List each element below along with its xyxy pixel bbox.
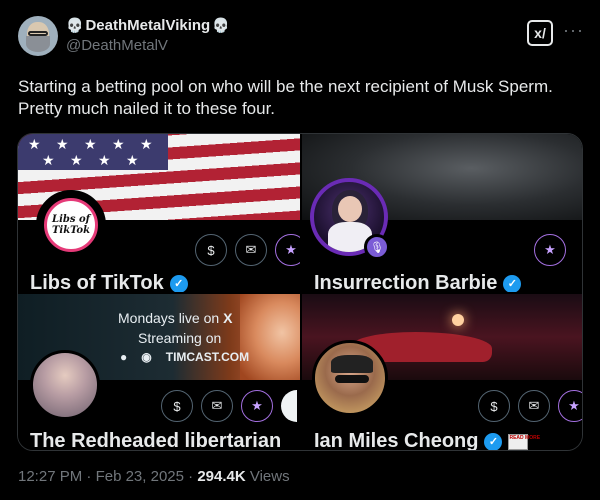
x-logo-icon: X: [223, 310, 233, 326]
author-name-row[interactable]: 💀 DeathMetalViking 💀: [66, 17, 230, 34]
message-icon[interactable]: ✉: [201, 390, 233, 422]
subscribe-icon[interactable]: ★: [558, 390, 582, 422]
account-name[interactable]: Ian Miles Cheong ✓ READ MORE: [314, 430, 540, 451]
skull-icon: 💀: [212, 17, 230, 33]
spotify-icon: ◉: [141, 350, 152, 364]
avatar[interactable]: Libs of TikTok: [36, 190, 106, 260]
author-display-name[interactable]: DeathMetalViking: [85, 17, 210, 34]
profile-actions: ★: [534, 234, 566, 266]
grok-icon[interactable]: x/: [527, 20, 553, 46]
follow-button[interactable]: [281, 390, 297, 422]
account-name[interactable]: Insurrection Barbie ✓: [314, 272, 522, 292]
subscribe-icon[interactable]: ★: [534, 234, 566, 266]
avatar[interactable]: [312, 340, 388, 416]
subscribe-icon[interactable]: ★: [241, 390, 273, 422]
affiliate-badge: READ MORE: [508, 433, 540, 450]
message-icon[interactable]: ✉: [235, 234, 267, 266]
views-label: Views: [249, 468, 290, 485]
account-name-label: The Redheaded libertarian: [30, 430, 282, 451]
more-icon[interactable]: ···: [563, 20, 584, 41]
author-avatar[interactable]: [18, 16, 58, 56]
account-name[interactable]: Libs of TikTok ✓: [30, 272, 188, 292]
account-name-label: Insurrection Barbie: [314, 272, 498, 292]
meta-separator: ·: [86, 468, 92, 485]
microphone-icon: 🎙: [364, 234, 390, 260]
message-icon[interactable]: ✉: [518, 390, 550, 422]
profile-actions: $ ✉ ★: [195, 234, 300, 266]
skull-icon: 💀: [66, 17, 84, 33]
pfp-logo-text: Libs of TikTok: [51, 214, 91, 236]
account-name[interactable]: The Redheaded libertarian: [30, 430, 282, 451]
money-icon[interactable]: $: [478, 390, 510, 422]
verified-icon: ✓: [169, 274, 188, 292]
apple-icon: ●: [120, 350, 128, 364]
profile-actions: $ ✉ ★: [478, 390, 582, 422]
money-icon[interactable]: $: [195, 234, 227, 266]
verified-icon: ✓: [484, 432, 503, 450]
media-tile-4[interactable]: $ ✉ ★ Ian Miles Cheong ✓ READ MORE: [302, 294, 582, 451]
views-count: 294.4K: [197, 468, 246, 485]
post-date[interactable]: Feb 23, 2025: [96, 468, 184, 485]
post-time[interactable]: 12:27 PM: [18, 468, 82, 485]
post-text: Starting a betting pool on who will be t…: [18, 77, 553, 118]
account-name-label: Ian Miles Cheong: [314, 430, 479, 451]
media-tile-3[interactable]: Mondays live on X Streaming on ● ◉ TIMCAS…: [18, 294, 300, 451]
banner-text: Mondays live on X: [118, 310, 233, 326]
author-handle[interactable]: @DeathMetalV: [66, 37, 168, 54]
media-tile-2[interactable]: 🎙 ★ Insurrection Barbie ✓: [302, 134, 582, 292]
post: 💀 DeathMetalViking 💀 @DeathMetalV x/ ···…: [0, 0, 600, 500]
media-tile-1[interactable]: ★ ★ ★ ★ ★ ★ ★ ★ ★ Libs of TikTok $ ✉ ★ Libs …: [18, 134, 300, 292]
account-name-label: Libs of TikTok: [30, 272, 164, 292]
banner-text: ● ◉ TIMCAST.COM: [120, 350, 250, 364]
meta-separator: ·: [188, 468, 194, 485]
avatar[interactable]: [30, 350, 100, 420]
verified-icon: ✓: [503, 274, 522, 292]
post-meta: 12:27 PM · Feb 23, 2025 · 294.4K Views: [18, 468, 290, 485]
subscribe-icon[interactable]: ★: [275, 234, 300, 266]
media-grid[interactable]: ★ ★ ★ ★ ★ ★ ★ ★ ★ Libs of TikTok $ ✉ ★ Libs …: [17, 133, 583, 451]
profile-actions: $ ✉ ★: [161, 390, 297, 422]
money-icon[interactable]: $: [161, 390, 193, 422]
banner-text: Streaming on: [138, 330, 222, 346]
